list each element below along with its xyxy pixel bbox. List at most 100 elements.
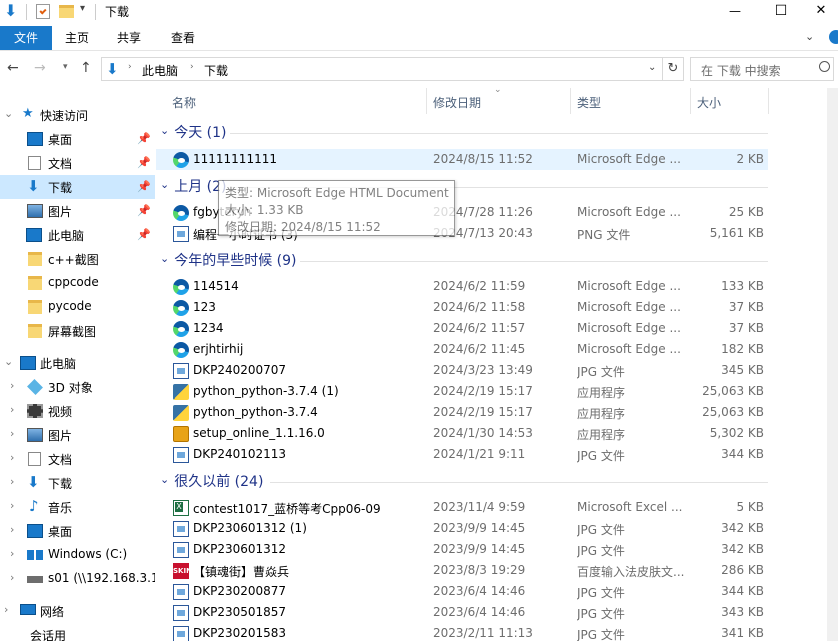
forward-arrow-icon[interactable]: → (34, 60, 46, 76)
file-row[interactable]: SKIN 【镇魂街】曹焱兵 2023/8/3 19:29 百度输入法皮肤文... 286… (156, 560, 768, 581)
expand-ribbon-icon[interactable]: ⌄ (805, 30, 814, 43)
column-size[interactable]: 大小 (697, 94, 721, 111)
chevron-right-icon[interactable]: › (10, 475, 14, 488)
nav-item-folder[interactable]: pycode (0, 295, 155, 319)
chevron-right-icon[interactable]: › (4, 603, 8, 616)
nav-item-3d-objects[interactable]: › 3D 对象 (0, 375, 155, 399)
pin-icon[interactable]: 📌 (137, 132, 151, 145)
nav-item-folder[interactable]: c++截图 (0, 247, 155, 271)
file-row[interactable]: 114514 2024/6/2 11:59 Microsoft Edge ... 13… (156, 276, 768, 297)
file-row[interactable]: 123 2024/6/2 11:58 Microsoft Edge ... 37 KB (156, 297, 768, 318)
group-header[interactable]: ⌄ 上月 (2) (160, 176, 227, 196)
nav-item-documents[interactable]: › 文档 (0, 447, 155, 471)
chevron-right-icon[interactable]: › (10, 451, 14, 464)
chevron-right-icon[interactable]: › (10, 427, 14, 440)
nav-item-pictures[interactable]: 图片 📌 (0, 199, 155, 223)
chevron-right-icon[interactable]: › (10, 547, 14, 560)
nav-item-documents[interactable]: 文档 📌 (0, 151, 155, 175)
group-header[interactable]: ⌄ 很久以前 (24) (160, 471, 263, 491)
file-row[interactable]: erjhtirhij 2024/6/2 11:45 Microsoft Edge .… (156, 339, 768, 360)
file-row[interactable]: python_python-3.7.4 2024/2/19 15:17 应用程序 25… (156, 402, 768, 423)
file-row[interactable]: contest1017_蓝桥等考Cpp06-09 2023/11/4 9:59 Mi… (156, 497, 768, 518)
column-type[interactable]: 类型 (577, 94, 601, 111)
new-folder-icon[interactable] (59, 5, 74, 18)
nav-item-partial[interactable]: 会话用 (0, 623, 155, 641)
chevron-down-icon[interactable]: ⌄ (160, 178, 169, 191)
file-row[interactable]: DKP240102113 2024/1/21 9:11 JPG 文件 344 KB (156, 444, 768, 465)
nav-item-pictures[interactable]: › 图片 (0, 423, 155, 447)
file-row[interactable]: DKP230601312 (1) 2023/9/9 14:45 JPG 文件 342 … (156, 518, 768, 539)
column-name[interactable]: 名称 (172, 94, 196, 111)
chevron-down-icon[interactable]: ⌄ (160, 252, 169, 265)
file-row[interactable]: DKP230201583 2023/2/11 11:13 JPG 文件 341 KB (156, 623, 768, 641)
search-icon[interactable] (819, 61, 830, 72)
file-row[interactable]: DKP240200707 2024/3/23 13:49 JPG 文件 345 KB (156, 360, 768, 381)
pin-icon[interactable]: 📌 (137, 156, 151, 169)
search-input[interactable]: 在 下载 中搜索 (701, 62, 781, 79)
group-header[interactable]: ⌄ 今年的早些时候 (9) (160, 250, 297, 270)
column-date[interactable]: 修改日期 (433, 94, 481, 111)
search-box[interactable]: 在 下载 中搜索 (690, 57, 834, 81)
nav-this-pc[interactable]: ⌄ 此电脑 (0, 351, 155, 375)
chevron-right-icon[interactable]: › (10, 523, 14, 536)
column-divider[interactable] (690, 88, 691, 114)
chevron-right-icon[interactable]: › (10, 571, 14, 584)
nav-item-this-pc[interactable]: 此电脑 📌 (0, 223, 155, 247)
customize-quick-access-icon[interactable]: ▾ (80, 3, 85, 14)
column-divider[interactable] (570, 88, 571, 114)
chevron-down-icon[interactable]: ⌄ (160, 473, 169, 486)
address-dropdown-icon[interactable]: ⌄ (648, 62, 656, 73)
file-row[interactable]: setup_online_1.1.16.0 2024/1/30 14:53 应用程序… (156, 423, 768, 444)
maximize-button[interactable]: ☐ (758, 0, 804, 24)
nav-item-desktop[interactable]: › 桌面 (0, 519, 155, 543)
properties-icon[interactable] (36, 4, 50, 19)
file-row[interactable]: DKP230601312 2023/9/9 14:45 JPG 文件 342 KB (156, 539, 768, 560)
nav-item-downloads[interactable]: ⬇ 下载 📌 (0, 175, 155, 199)
refresh-button[interactable]: ↻ (663, 57, 684, 81)
nav-item-drive-c[interactable]: › Windows (C:) (0, 543, 155, 567)
nav-item-music[interactable]: › ♪ 音乐 (0, 495, 155, 519)
column-divider[interactable] (768, 88, 769, 114)
group-header[interactable]: ⌄ 今天 (1) (160, 122, 227, 142)
tab-file[interactable]: 文件 (0, 26, 52, 50)
back-arrow-icon[interactable]: ← (7, 60, 19, 76)
file-row[interactable]: DKP230501857 2023/6/4 14:46 JPG 文件 343 KB (156, 602, 768, 623)
nav-item-desktop[interactable]: 桌面 📌 (0, 127, 155, 151)
chevron-down-icon[interactable]: ⌄ (4, 107, 13, 120)
chevron-right-icon[interactable]: › (10, 379, 14, 392)
chevron-down-icon[interactable]: ⌄ (4, 355, 13, 368)
tab-share[interactable]: 共享 (108, 28, 150, 48)
file-row[interactable]: DKP230200877 2023/6/4 14:46 JPG 文件 344 KB (156, 581, 768, 602)
nav-item-downloads[interactable]: › ⬇ 下载 (0, 471, 155, 495)
tab-view[interactable]: 查看 (162, 28, 204, 48)
nav-item-folder[interactable]: 屏幕截图 (0, 319, 155, 343)
column-divider[interactable] (426, 88, 427, 114)
nav-item-network-drive[interactable]: › s01 (\\192.168.3.1 (0, 567, 155, 591)
address-box[interactable]: ⬇ › 此电脑 › 下载 ⌄ (101, 57, 663, 81)
minimize-button[interactable]: — (712, 0, 758, 24)
chevron-right-icon[interactable]: › (10, 499, 14, 512)
help-icon[interactable] (829, 30, 838, 44)
chevron-down-icon[interactable]: ⌄ (160, 124, 169, 137)
breadcrumb-downloads[interactable]: 下载 (204, 62, 228, 79)
recent-locations-icon[interactable]: ▾ (63, 62, 68, 72)
pin-icon[interactable]: 📌 (137, 204, 151, 217)
breadcrumb-this-pc[interactable]: 此电脑 (142, 62, 178, 79)
nav-item-folder[interactable]: cppcode (0, 271, 155, 295)
nav-item-videos[interactable]: › 视频 (0, 399, 155, 423)
breadcrumb-separator-icon[interactable]: › (190, 62, 194, 72)
file-row[interactable]: python_python-3.7.4 (1) 2024/2/19 15:17 应用… (156, 381, 768, 402)
tab-home[interactable]: 主页 (56, 28, 98, 48)
pin-icon[interactable]: 📌 (137, 180, 151, 193)
close-button[interactable]: ✕ (804, 0, 838, 24)
breadcrumb-separator-icon[interactable]: › (128, 62, 132, 72)
file-name: DKP230501857 (193, 605, 287, 619)
chevron-right-icon[interactable]: › (10, 403, 14, 416)
pin-icon[interactable]: 📌 (137, 228, 151, 241)
up-arrow-icon[interactable]: ↑ (80, 60, 92, 76)
file-row[interactable]: 11111111111 2024/8/15 11:52 Microsoft Edge… (156, 149, 768, 170)
file-row[interactable]: 1234 2024/6/2 11:57 Microsoft Edge ... 37 K… (156, 318, 768, 339)
nav-network[interactable]: › 网络 (0, 599, 155, 623)
nav-quick-access[interactable]: ⌄ ★ 快速访问 (0, 103, 155, 127)
vertical-scrollbar[interactable] (827, 88, 838, 641)
